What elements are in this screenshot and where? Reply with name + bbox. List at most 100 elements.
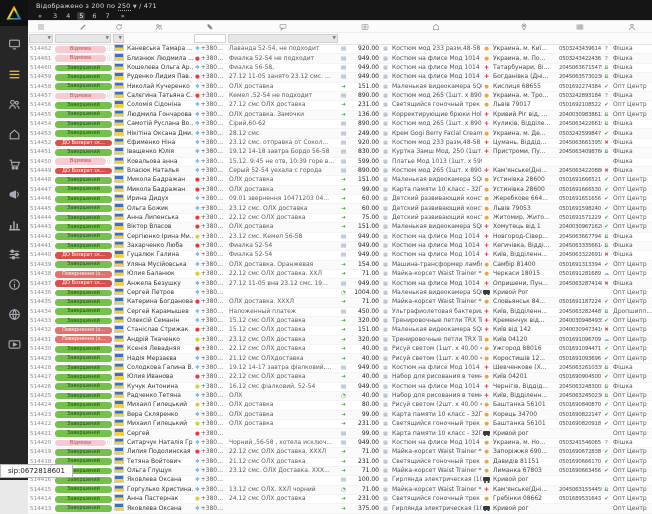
- client-phone[interactable]: ●+380…: [193, 383, 227, 391]
- tracking-number[interactable]: 0501691651656: [557, 195, 602, 203]
- client-phone[interactable]: ●+380…: [193, 326, 227, 334]
- client-phone[interactable]: ●+380…: [193, 242, 227, 250]
- app-logo[interactable]: [0, 0, 28, 26]
- sidebar-item-info[interactable]: [0, 272, 28, 296]
- page-button-5[interactable]: 5: [77, 12, 85, 20]
- client-phone[interactable]: ✻+380…: [193, 130, 227, 138]
- client-phone[interactable]: ✻+380…: [193, 45, 227, 53]
- client-phone[interactable]: ●+380…: [193, 298, 227, 306]
- sidebar-item-warehouse[interactable]: [0, 122, 28, 146]
- client-phone[interactable]: ●+380…: [193, 430, 227, 438]
- comment-filter[interactable]: ▼: [228, 34, 338, 43]
- client-phone[interactable]: ✻+380…: [193, 158, 227, 166]
- pager-last-button[interactable]: »: [119, 12, 127, 20]
- sidebar-item-orders[interactable]: [0, 62, 28, 86]
- tracking-number[interactable]: 20450636613955: [557, 139, 602, 147]
- client-phone[interactable]: ✻+380…: [193, 467, 227, 475]
- client-phone[interactable]: ✻+380…: [193, 167, 227, 175]
- client-phone[interactable]: ✻+380…: [193, 355, 227, 363]
- tracking-number[interactable]: 20400309671628: [557, 223, 602, 231]
- client-phone[interactable]: ✻+380…: [193, 505, 227, 513]
- tracking-number[interactable]: 0501690822147: [557, 411, 602, 419]
- page-size-dropdown[interactable]: 250: [118, 2, 131, 11]
- client-phone[interactable]: ✻+380…: [193, 64, 227, 72]
- sidebar-item-marketing[interactable]: [0, 182, 28, 206]
- client-phone[interactable]: ●+380…: [193, 73, 227, 81]
- sidebar-item-site[interactable]: [0, 302, 28, 326]
- tracking-number[interactable]: 20450634098760: [557, 148, 602, 156]
- client-phone[interactable]: ●+380…: [193, 214, 227, 222]
- tracking-number[interactable]: 20450635730230: [557, 73, 602, 81]
- sidebar-item-purchases[interactable]: [0, 152, 28, 176]
- tracking-number[interactable]: 0501691598240: [557, 205, 602, 213]
- tracking-number[interactable]: 20450632483003: [557, 383, 602, 391]
- tracking-number[interactable]: 20450636677947: [557, 233, 602, 241]
- tracking-number[interactable]: 0501691094471: [557, 345, 602, 353]
- tracking-number[interactable]: 20450634226619: [557, 120, 602, 128]
- sip-call-popup[interactable]: sip:0672818601: [0, 464, 73, 478]
- tracking-number[interactable]: 0501690663456: [557, 467, 602, 475]
- tracking-number[interactable]: 0501691093696: [557, 355, 602, 363]
- tracking-number[interactable]: 0501691096709: [557, 336, 602, 344]
- tracking-number[interactable]: 0501691187224: [557, 298, 602, 306]
- tracking-number[interactable]: 20450632610339: [557, 364, 602, 372]
- client-phone[interactable]: ✻+380…: [193, 195, 227, 203]
- client-phone[interactable]: ●+380…: [193, 176, 227, 184]
- client-phone[interactable]: ✻+380…: [193, 486, 227, 494]
- tracking-number[interactable]: 0503242893184: [557, 92, 602, 100]
- client-phone[interactable]: ✻+380…: [193, 139, 227, 147]
- tracking-number[interactable]: 20400309838613: [557, 111, 602, 119]
- sidebar-item-settings[interactable]: [0, 242, 28, 266]
- table-row[interactable]: 514413ЗавершенийЯковлева Оксана✻+380…➔37…: [28, 504, 652, 513]
- tracking-number[interactable]: 0501692108522: [557, 101, 602, 109]
- client-phone[interactable]: ●+380…: [193, 233, 227, 241]
- tracking-number[interactable]: 20450634220880: [557, 167, 602, 175]
- client-phone[interactable]: ●+380…: [193, 336, 227, 344]
- client-phone[interactable]: ✻+380…: [193, 101, 227, 109]
- client-phone[interactable]: ✻+380…: [193, 111, 227, 119]
- client-phone[interactable]: ✻+380…: [193, 83, 227, 91]
- tracking-number[interactable]: 20450633356614: [557, 242, 602, 250]
- tracking-number[interactable]: 20400309473416: [557, 326, 602, 334]
- tracking-number[interactable]: 0503242599847: [557, 130, 602, 138]
- page-button-6[interactable]: 6: [90, 12, 98, 20]
- client-phone[interactable]: ✻+380…: [193, 148, 227, 156]
- tracking-number[interactable]: 0501690672838: [557, 448, 602, 456]
- client-phone[interactable]: ✻+380…: [193, 392, 227, 400]
- status-filter[interactable]: ▼: [55, 34, 111, 43]
- client-phone[interactable]: ✻+380…: [193, 476, 227, 484]
- tracking-number[interactable]: 0501690840870: [557, 401, 602, 409]
- tracking-number[interactable]: 20450631554459: [557, 486, 602, 494]
- tracking-number[interactable]: 20400309484935: [557, 317, 602, 325]
- tracking-number[interactable]: 0501690666170: [557, 458, 602, 466]
- page-button-7[interactable]: 7: [104, 12, 112, 20]
- calls-filter[interactable]: ▼: [113, 34, 124, 43]
- id-filter[interactable]: ▼: [29, 34, 53, 43]
- client-phone[interactable]: ✻+380…: [193, 317, 227, 325]
- client-phone[interactable]: ●+380…: [193, 270, 227, 278]
- client-phone[interactable]: ●+380…: [193, 186, 227, 194]
- client-phone[interactable]: ●+380…: [193, 495, 227, 503]
- sidebar-item-statistics[interactable]: [0, 212, 28, 236]
- tracking-number[interactable]: 20450633226918: [557, 251, 602, 259]
- tracking-number[interactable]: 0501690904500: [557, 373, 602, 381]
- client-phone[interactable]: ●+380…: [193, 55, 227, 63]
- tracking-number[interactable]: 0503243439614: [557, 45, 602, 53]
- client-phone[interactable]: ✻+380…: [193, 308, 227, 316]
- client-phone[interactable]: ●+380…: [193, 401, 227, 409]
- tracking-number[interactable]: 0503243422436: [557, 55, 602, 63]
- phone-filter[interactable]: [194, 34, 226, 43]
- client-phone[interactable]: ✻+380…: [193, 261, 227, 269]
- client-phone[interactable]: ●+380…: [193, 373, 227, 381]
- client-phone[interactable]: ✻+380…: [193, 289, 227, 297]
- client-phone[interactable]: ✻+380…: [193, 458, 227, 466]
- sidebar-item-clients[interactable]: [0, 92, 28, 116]
- client-phone[interactable]: ●+380…: [193, 345, 227, 353]
- client-phone[interactable]: ●+380…: [193, 92, 227, 100]
- client-phone[interactable]: ✻+380…: [193, 280, 227, 288]
- client-phone[interactable]: ✻+380…: [193, 411, 227, 419]
- tracking-number[interactable]: 0501691313394: [557, 261, 602, 269]
- tracking-number[interactable]: 20450636715475: [557, 64, 602, 72]
- page-button-3[interactable]: 3: [51, 12, 59, 20]
- client-phone[interactable]: ✻+380…: [193, 251, 227, 259]
